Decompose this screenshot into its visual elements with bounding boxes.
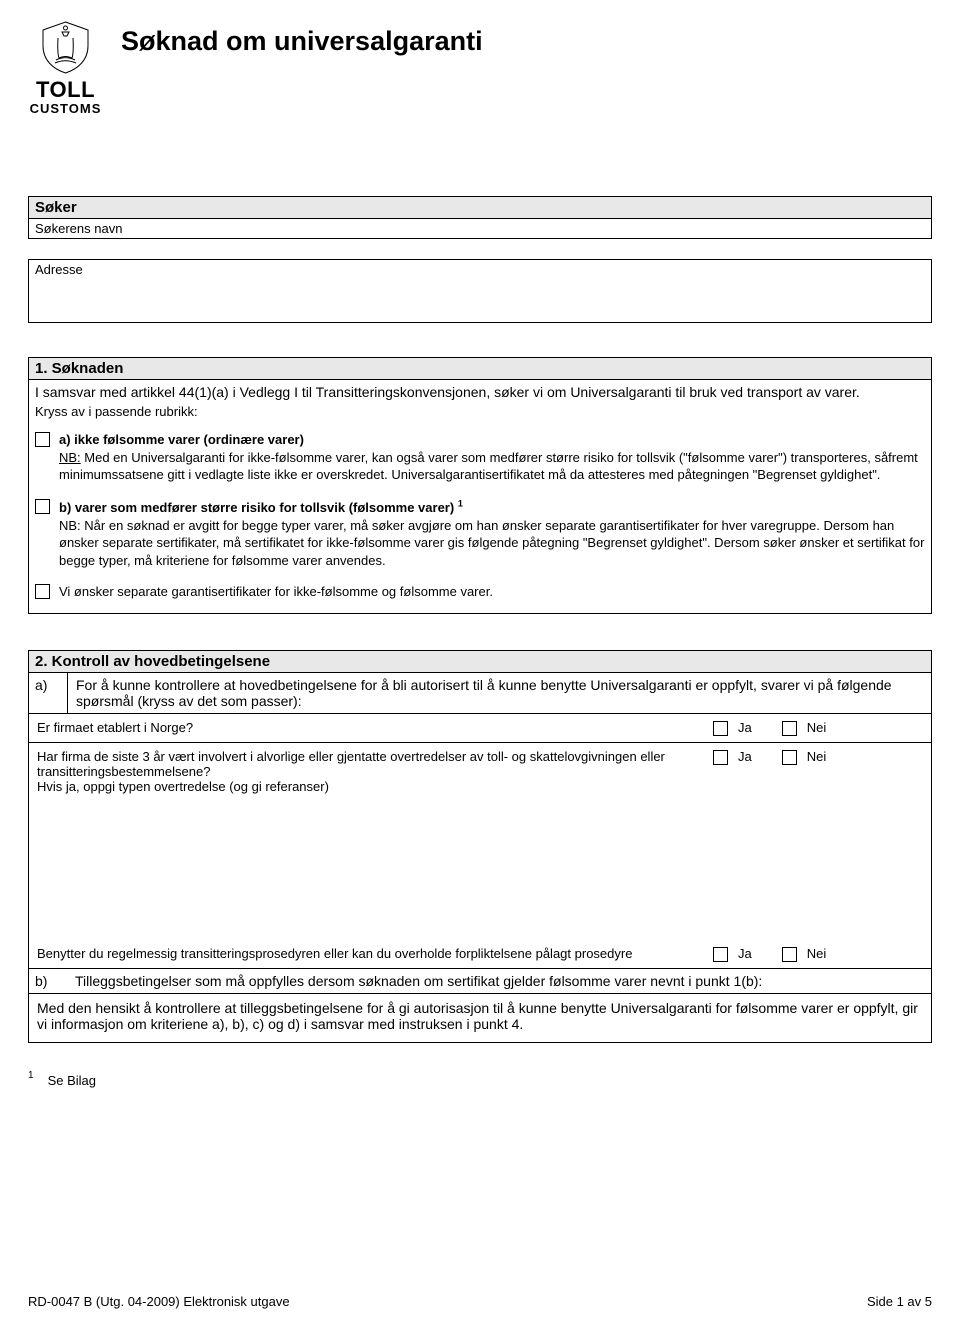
- q2-line1: Har firma de siste 3 år vært involvert i…: [37, 749, 665, 779]
- q1-ja-pair: Ja: [713, 720, 752, 736]
- crest-icon: [38, 20, 93, 75]
- section-2: 2. Kontroll av hovedbetingelsene a) For …: [28, 650, 932, 1043]
- checkbox-q2-ja[interactable]: [713, 750, 728, 765]
- logo-text-toll: TOLL: [28, 79, 103, 101]
- q3-ja-label: Ja: [738, 946, 752, 961]
- q1-nei-pair: Nei: [782, 720, 827, 736]
- footer-left: RD-0047 B (Utg. 04-2009) Elektronisk utg…: [28, 1294, 290, 1309]
- footer: RD-0047 B (Utg. 04-2009) Elektronisk utg…: [28, 1294, 932, 1309]
- q2-nei-label: Nei: [807, 749, 827, 764]
- option-c-text: Vi ønsker separate garantisertifikater f…: [59, 583, 493, 601]
- checkbox-q1-nei[interactable]: [782, 721, 797, 736]
- q2-ja-label: Ja: [738, 749, 752, 764]
- option-b-sup: 1: [458, 499, 463, 509]
- checkbox-option-b[interactable]: [35, 499, 50, 514]
- footnote: 1 Se Bilag: [28, 1073, 932, 1088]
- question-3-answers: Ja Nei: [713, 946, 923, 962]
- option-a-text: a) ikke følsomme varer (ordinære varer) …: [59, 431, 925, 484]
- option-a-nb: NB:: [59, 450, 81, 465]
- option-b-title-text: b) varer som medfører større risiko for …: [59, 500, 454, 515]
- question-2-text: Har firma de siste 3 år vært involvert i…: [37, 749, 713, 794]
- applicant-name-label: Søkerens navn: [29, 219, 931, 238]
- header: TOLL CUSTOMS Søknad om universalgaranti: [28, 20, 932, 116]
- row-a: a) For å kunne kontrollere at hovedbetin…: [29, 673, 931, 714]
- option-b-body: NB: Når en søknad er avgitt for begge ty…: [59, 518, 924, 568]
- question-1-answers: Ja Nei: [713, 720, 923, 736]
- label-b: b): [29, 969, 67, 993]
- checkbox-q1-ja[interactable]: [713, 721, 728, 736]
- checkbox-q2-nei[interactable]: [782, 750, 797, 765]
- footnote-sup: 1: [28, 1070, 34, 1085]
- checkbox-q3-nei[interactable]: [782, 947, 797, 962]
- q1-nei-label: Nei: [807, 720, 827, 735]
- title-text: Søknad om universalgaranti: [121, 26, 483, 56]
- question-2: Har firma de siste 3 år vært involvert i…: [29, 743, 931, 800]
- checkbox-option-a[interactable]: [35, 432, 50, 447]
- logo-block: TOLL CUSTOMS: [28, 20, 103, 116]
- q2-line2: Hvis ja, oppgi typen overtredelse (og gi…: [37, 779, 329, 794]
- question-3: Benytter du regelmessig transitteringspr…: [29, 940, 931, 969]
- footnote-text: Se Bilag: [48, 1073, 96, 1088]
- option-a-body: Med en Universalgaranti for ikke-følsomm…: [59, 450, 918, 483]
- section-1-intro: I samsvar med artikkel 44(1)(a) i Vedleg…: [29, 380, 931, 402]
- address-box: Adresse: [28, 259, 932, 323]
- q2-nei-pair: Nei: [782, 749, 827, 765]
- question-1: Er firmaet etablert i Norge? Ja Nei: [29, 714, 931, 743]
- page-title: Søknad om universalgaranti: [121, 26, 483, 57]
- footer-right: Side 1 av 5: [867, 1294, 932, 1309]
- q1-ja-label: Ja: [738, 720, 752, 735]
- question-2-answers: Ja Nei: [713, 749, 923, 765]
- logo-text-customs: CUSTOMS: [28, 101, 103, 116]
- section-1-kryss: Kryss av i passende rubrikk:: [29, 402, 931, 427]
- applicant-head: Søker: [29, 197, 931, 219]
- option-c-row: Vi ønsker separate garantisertifikater f…: [29, 579, 931, 605]
- option-a-title: a) ikke følsomme varer (ordinære varer): [59, 432, 304, 447]
- section-1-head: 1. Søknaden: [29, 358, 931, 380]
- option-b-text: b) varer som medfører større risiko for …: [59, 498, 925, 570]
- q3-ja-pair: Ja: [713, 946, 752, 962]
- option-b-row: b) varer som medfører større risiko for …: [29, 494, 931, 574]
- question-1-text: Er firmaet etablert i Norge?: [37, 720, 713, 735]
- answer-space: [29, 800, 931, 940]
- content-b: Tilleggsbetingelser som må oppfylles der…: [67, 969, 931, 993]
- row-b: b) Tilleggsbetingelser som må oppfylles …: [29, 969, 931, 994]
- q3-nei-pair: Nei: [782, 946, 827, 962]
- page: TOLL CUSTOMS Søknad om universalgaranti …: [0, 0, 960, 1329]
- q3-nei-label: Nei: [807, 946, 827, 961]
- option-a-row: a) ikke følsomme varer (ordinære varer) …: [29, 427, 931, 488]
- section-2-head: 2. Kontroll av hovedbetingelsene: [29, 651, 931, 673]
- label-a: a): [29, 673, 68, 713]
- checkbox-q3-ja[interactable]: [713, 947, 728, 962]
- applicant-box: Søker Søkerens navn: [28, 196, 932, 239]
- option-b-title: b) varer som medfører større risiko for …: [59, 500, 463, 515]
- address-label: Adresse: [35, 262, 83, 277]
- checkbox-option-c[interactable]: [35, 584, 50, 599]
- section-1: 1. Søknaden I samsvar med artikkel 44(1)…: [28, 357, 932, 614]
- question-3-text: Benytter du regelmessig transitteringspr…: [37, 946, 713, 961]
- content-a: For å kunne kontrollere at hovedbetingel…: [68, 673, 931, 713]
- q2-ja-pair: Ja: [713, 749, 752, 765]
- b-body: Med den hensikt å kontrollere at tillegg…: [29, 994, 931, 1042]
